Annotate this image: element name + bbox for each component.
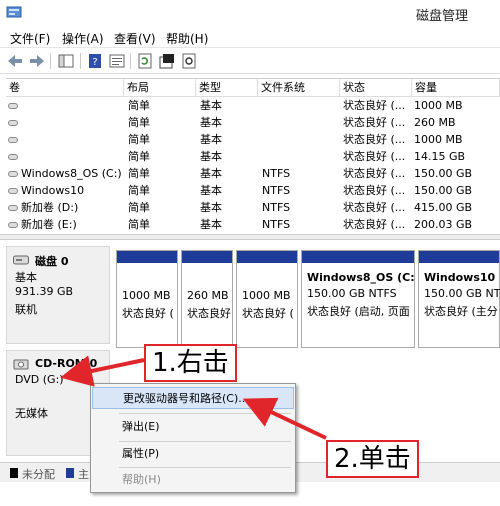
arrow-to-change-drive-letter (242, 397, 327, 440)
annotation-arrows (60, 355, 327, 440)
annotation-step-2: 2.单击 (326, 440, 419, 478)
annotation-step-1: 1.右击 (144, 344, 237, 382)
arrow-to-cdrom (60, 355, 145, 387)
